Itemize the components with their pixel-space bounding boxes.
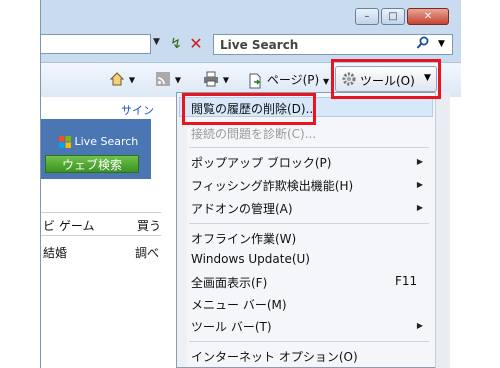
home-dropdown-icon[interactable]: ▼	[129, 76, 135, 85]
print-button[interactable]: ▼	[203, 71, 229, 87]
refresh-icon[interactable]: ↯	[166, 34, 186, 54]
menu-item-phishing-filter[interactable]: フィッシング詐欺検出機能(H)	[191, 177, 353, 194]
submenu-arrow-icon: ▶	[416, 180, 423, 189]
stop-icon[interactable]: ✕	[186, 34, 206, 54]
feeds-button[interactable]: ▼	[155, 71, 181, 87]
menu-item-work-offline[interactable]: オフライン作業(W)	[191, 230, 296, 247]
menu-item-diagnose-connection: 接続の問題を診断(C)...	[191, 127, 317, 141]
menu-item-windows-update[interactable]: Windows Update(U)	[191, 252, 310, 266]
close-button[interactable]: ✕	[407, 8, 449, 25]
search-icon[interactable]	[416, 36, 430, 54]
live-search-logo: Live Search	[59, 135, 138, 148]
maximize-button[interactable]: □	[381, 8, 405, 25]
page-menu-button[interactable]: ページ(P) ▼	[247, 71, 329, 89]
menu-item-menu-bar[interactable]: メニュー バー(M)	[191, 296, 287, 313]
page-menu-label: ページ(P)	[266, 73, 320, 87]
link-buy[interactable]: 買う	[137, 217, 161, 234]
feeds-icon	[155, 71, 171, 87]
signin-link[interactable]: サイン	[121, 102, 154, 118]
menu-item-full-screen[interactable]: 全画面表示(F)	[191, 274, 267, 291]
window-controls: – □ ✕	[355, 8, 449, 25]
link-lookup[interactable]: 調べ	[135, 244, 159, 261]
delete-history-highlight-box	[182, 93, 316, 125]
menu-item-popup-blocker[interactable]: ポップアップ ブロック(P)	[191, 154, 331, 171]
live-search-panel: Live Search ウェブ検索	[41, 119, 151, 179]
address-row: ▼ ↯ ✕ Live Search ▼	[41, 32, 461, 58]
address-input[interactable]	[41, 34, 151, 54]
menu-separator	[189, 341, 429, 342]
submenu-arrow-icon: ▶	[416, 203, 423, 212]
tools-dropdown-menu: 閲覧の履歴の削除(D)... 接続の問題を診断(C)... ポップアップ ブロッ…	[176, 92, 436, 368]
home-icon	[109, 71, 125, 87]
links-row: ビ ゲーム 買う	[41, 212, 161, 236]
menu-separator	[189, 223, 429, 224]
home-button[interactable]: ▼	[109, 71, 135, 87]
minimize-button[interactable]: –	[355, 8, 379, 25]
web-search-button[interactable]: ウェブ検索	[45, 155, 139, 173]
menu-gutter	[177, 93, 187, 367]
search-input[interactable]: Live Search ▼	[213, 34, 453, 55]
menu-item-manage-addons[interactable]: アドオンの管理(A)	[191, 200, 293, 217]
link-marriage[interactable]: 結婚	[43, 244, 67, 261]
page-dropdown-icon: ▼	[323, 77, 330, 86]
menu-item-internet-options[interactable]: インターネット オプション(O)	[191, 348, 358, 365]
menu-shortcut-f11: F11	[395, 274, 418, 288]
submenu-arrow-icon: ▶	[416, 157, 423, 166]
feeds-dropdown-icon[interactable]: ▼	[175, 76, 181, 85]
print-dropdown-icon[interactable]: ▼	[223, 76, 229, 85]
printer-icon	[203, 71, 219, 87]
submenu-arrow-icon: ▶	[416, 321, 423, 330]
link-games[interactable]: ビ ゲーム	[43, 217, 94, 234]
menu-separator	[189, 147, 429, 148]
search-provider-label: Live Search	[220, 38, 299, 52]
links-row: 結婚 調べ	[41, 240, 161, 262]
page-scrollbar[interactable]	[435, 92, 450, 368]
address-dropdown-icon[interactable]: ▼	[153, 37, 160, 47]
live-search-logo-text: Live Search	[74, 135, 139, 148]
menu-item-toolbars[interactable]: ツール バー(T)	[191, 318, 272, 335]
tools-highlight-box	[331, 59, 441, 99]
page-icon	[247, 73, 263, 89]
search-options-dropdown-icon[interactable]: ▼	[438, 39, 445, 49]
